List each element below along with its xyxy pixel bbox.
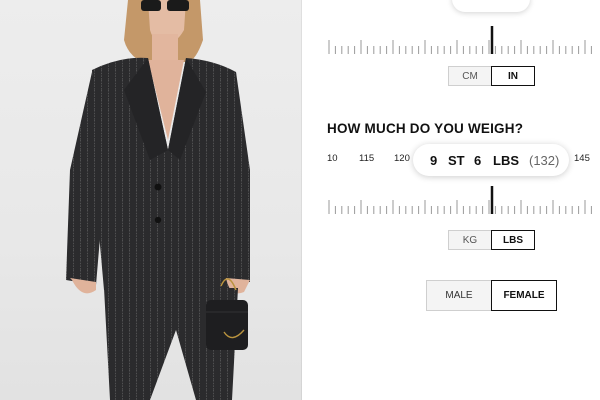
unit-option-lbs[interactable]: LBS — [491, 230, 535, 250]
unit-option-in[interactable]: IN — [491, 66, 535, 86]
weight-scale-label: 10 — [327, 153, 338, 164]
weight-scale-label: 120 — [394, 153, 410, 164]
gender-option-male[interactable]: MALE — [427, 281, 491, 310]
unit-option-cm[interactable]: CM — [449, 67, 491, 85]
product-photo — [0, 0, 302, 400]
height-value-pill[interactable] — [452, 0, 530, 12]
height-ruler[interactable] — [327, 26, 597, 62]
weight-scale-label: 115 — [359, 153, 375, 164]
model-illustration — [66, 0, 250, 400]
size-finder-panel: CM IN HOW MUCH DO YOU WEIGH? 10 115 120 … — [302, 0, 600, 400]
weight-ruler-ticks — [328, 186, 592, 214]
gender-option-female[interactable]: FEMALE — [491, 280, 557, 311]
height-ruler-ticks — [328, 26, 592, 54]
height-unit-toggle[interactable]: CM IN — [448, 66, 535, 86]
weight-total-pounds: (132) — [529, 153, 560, 168]
weight-pounds-unit: LBS — [493, 153, 519, 168]
weight-stones-unit: ST — [448, 153, 465, 168]
unit-option-kg[interactable]: KG — [449, 231, 491, 249]
weight-question-heading: HOW MUCH DO YOU WEIGH? — [327, 121, 524, 136]
weight-unit-toggle[interactable]: KG LBS — [448, 230, 535, 250]
weight-value-pill[interactable]: 9 ST 6 LBS (132) — [413, 144, 569, 176]
weight-stones-value[interactable]: 9 — [430, 153, 437, 168]
gender-toggle[interactable]: MALE FEMALE — [426, 280, 557, 311]
weight-pounds-value[interactable]: 6 — [474, 153, 481, 168]
weight-ruler[interactable] — [327, 186, 597, 222]
weight-scale-label: 145 — [574, 153, 590, 164]
